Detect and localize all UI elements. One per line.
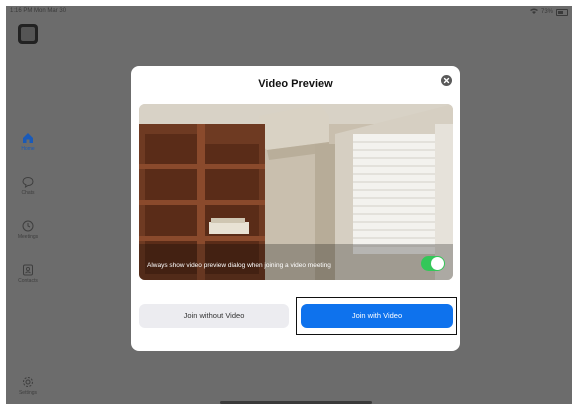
profile-avatar[interactable] (18, 24, 38, 44)
home-indicator[interactable] (220, 401, 372, 404)
avatar-image (21, 27, 35, 41)
sidebar-item-home[interactable]: Home (6, 132, 50, 152)
sidebar-item-chats[interactable]: Chats (6, 176, 50, 196)
camera-preview: Always show video preview dialog when jo… (139, 104, 453, 280)
sidebar-item-label: Home (21, 146, 35, 152)
status-time: 1:16 PM Mon Mar 30 (10, 8, 67, 14)
video-preview-dialog: Video Preview Always show video preview … (131, 66, 460, 351)
battery-percent: 73% (540, 9, 553, 15)
join-without-video-button[interactable]: Join without Video (139, 304, 289, 328)
status-indicators: 73% (529, 8, 568, 16)
gear-icon (6, 376, 50, 388)
camera-feed-image (139, 104, 453, 280)
close-button[interactable] (441, 75, 452, 86)
preview-setting-label: Always show video preview dialog when jo… (147, 262, 331, 269)
always-show-preview-toggle[interactable] (421, 256, 445, 271)
wifi-icon (529, 8, 538, 16)
status-bar: 1:16 PM Mon Mar 30 73% (6, 6, 572, 20)
sidebar-item-label: Meetings (17, 234, 39, 240)
close-icon (443, 77, 450, 84)
home-icon (6, 132, 50, 144)
join-with-video-button[interactable]: Join with Video (301, 304, 453, 328)
battery-icon (556, 8, 568, 16)
sidebar-item-contacts[interactable]: Contacts (6, 264, 50, 284)
sidebar-item-label: Chats (21, 190, 35, 196)
sidebar-item-label: Settings (18, 390, 38, 396)
sidebar-item-settings[interactable]: Settings (6, 376, 50, 396)
dialog-title: Video Preview (258, 78, 333, 90)
toggle-knob (431, 257, 444, 270)
sidebar-item-label: Contacts (18, 278, 38, 284)
chat-icon (6, 176, 50, 188)
ipad-screen: 1:16 PM Mon Mar 30 73% Home Chats Meetin… (6, 6, 572, 404)
clock-icon (6, 220, 50, 232)
contacts-icon (6, 264, 50, 276)
sidebar-item-meetings[interactable]: Meetings (6, 220, 50, 240)
